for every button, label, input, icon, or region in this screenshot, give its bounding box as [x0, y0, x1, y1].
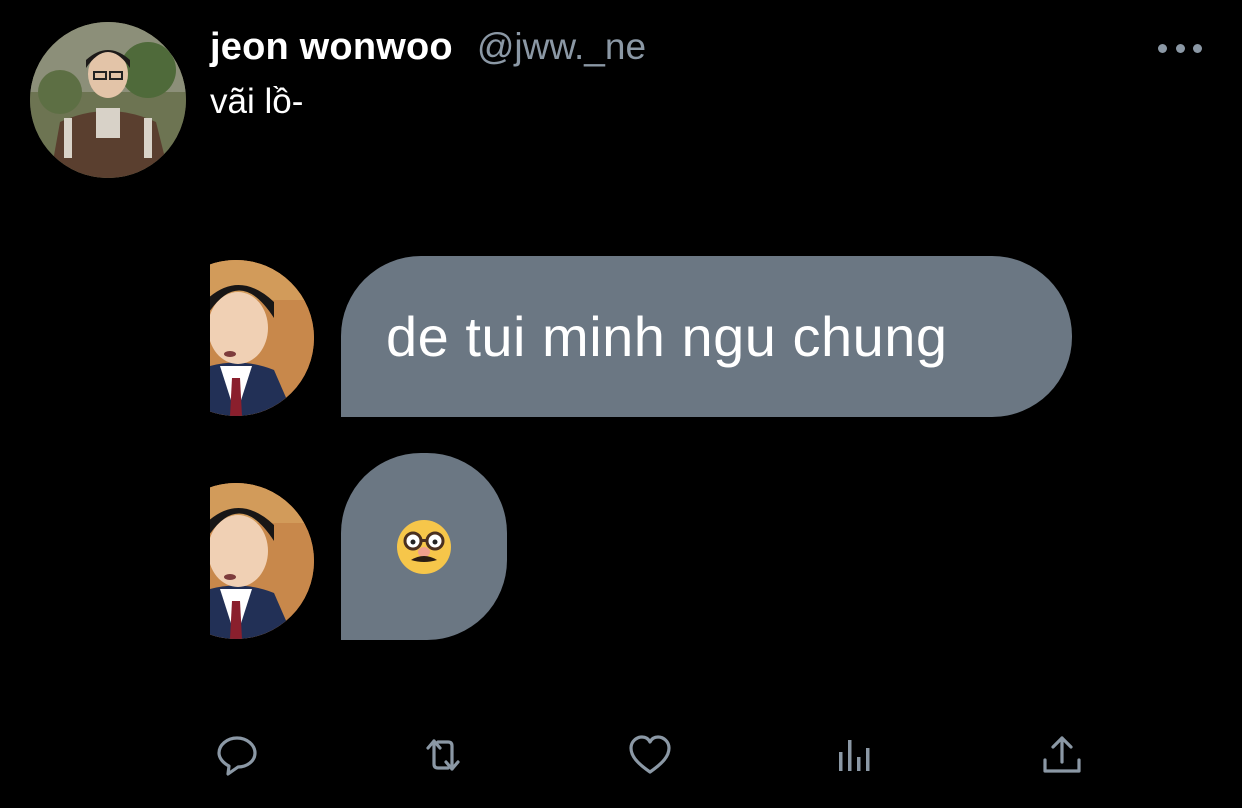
chat-message-bubble: de tui minh ngu chung: [341, 256, 1072, 417]
tweet: jeon wonwoo @jww._ne vãi lồ- de tui minh…: [0, 0, 1242, 808]
profile-photo: [210, 483, 314, 639]
analytics-icon: [839, 740, 870, 771]
profile-photo: [210, 260, 314, 416]
tweet-header: jeon wonwoo @jww._ne: [210, 26, 646, 69]
disguised-face-emoji: [395, 518, 453, 576]
share-icon: [1043, 736, 1081, 773]
profile-photo: [30, 22, 186, 178]
tweet-text: vãi lồ-: [210, 82, 304, 121]
more-dots-icon: [1175, 43, 1185, 53]
author-display-name[interactable]: jeon wonwoo: [210, 26, 453, 69]
share-button[interactable]: [1037, 730, 1087, 780]
chat-avatar: [210, 483, 314, 639]
chat-emoji-bubble: [341, 453, 507, 640]
chat-avatar: [210, 260, 314, 416]
heart-icon: [629, 735, 671, 774]
retweet-icon: [426, 739, 460, 771]
author-handle[interactable]: @jww._ne: [477, 26, 646, 68]
more-options-button[interactable]: [1158, 34, 1202, 62]
more-dots-icon: [1193, 43, 1202, 53]
reply-button[interactable]: [212, 730, 262, 780]
analytics-button[interactable]: [831, 730, 881, 780]
chat-message-text: de tui minh ngu chung: [386, 305, 948, 368]
reply-icon: [217, 736, 257, 776]
more-dots-icon: [1158, 43, 1167, 53]
author-avatar[interactable]: [30, 22, 186, 178]
retweet-button[interactable]: [418, 730, 468, 780]
like-button[interactable]: [625, 730, 675, 780]
tweet-media[interactable]: de tui minh ngu chung: [210, 240, 1110, 660]
